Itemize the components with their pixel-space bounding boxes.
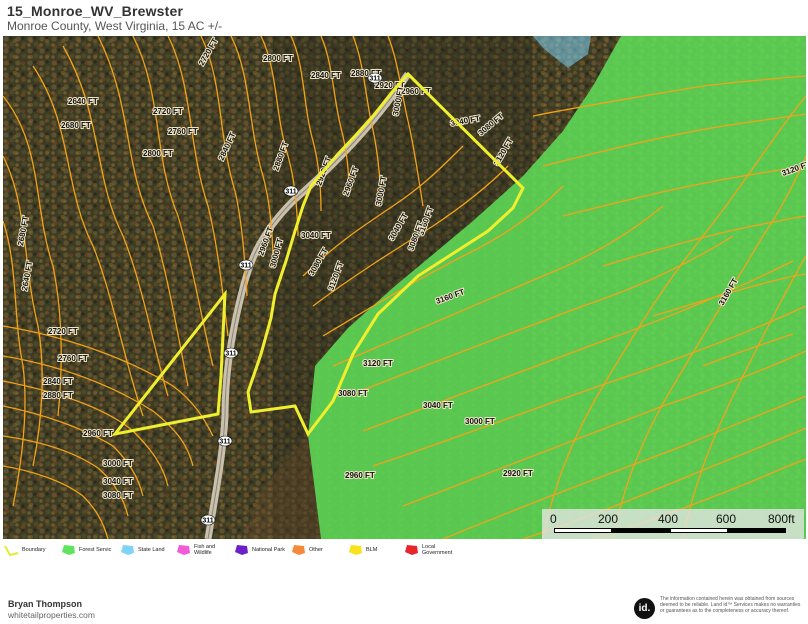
legend-label: Local Government	[422, 544, 453, 556]
legend-label: Boundary	[22, 547, 46, 553]
contour-label: 2800 FT	[143, 149, 173, 158]
contour-label: 2960 FT	[345, 471, 375, 480]
contour-label: 3120 FT	[363, 359, 393, 368]
scale-bar: 0 200 400 600 800ft	[542, 509, 804, 539]
disclaimer-text: The information contained herein was obt…	[660, 596, 801, 614]
forest-service-swatch-icon	[62, 545, 75, 555]
legend-label: Fish and Wildlife	[194, 544, 216, 556]
scale-tick-label: 0	[550, 512, 557, 526]
contour-label: 3040 FT	[301, 231, 331, 240]
contour-label: 2720 FT	[153, 107, 183, 116]
road-shield-311: 311	[202, 518, 213, 525]
contour-label: 3040 FT	[423, 401, 453, 410]
legend-item-boundary[interactable]: Boundary	[4, 544, 46, 556]
contour-label: 2880 FT	[43, 391, 73, 400]
national-park-swatch-icon	[235, 545, 248, 555]
road-shield-311: 311	[285, 189, 296, 196]
state-land-swatch-icon	[121, 545, 134, 555]
contour-label: 3040 FT	[103, 477, 133, 486]
contour-label: 2760 FT	[58, 354, 88, 363]
contour-label: 3000 FT	[103, 459, 133, 468]
map-title: 15_Monroe_WV_Brewster	[7, 3, 184, 19]
legend-item-blm[interactable]: BLM	[348, 544, 377, 556]
legend-label: BLM	[366, 547, 378, 553]
map-canvas[interactable]: 2720 FT 2800 FT 2840 FT 2880 FT 2920 FT …	[3, 36, 806, 539]
contour-label: 2800 FT	[263, 54, 293, 63]
contour-label: 2840 FT	[311, 71, 341, 80]
contour-label: 3080 FT	[338, 389, 368, 398]
contour-label: 2720 FT	[48, 327, 78, 336]
blm-swatch-icon	[349, 545, 362, 555]
scale-tick-label: 600	[716, 512, 737, 526]
scale-segment	[612, 528, 670, 533]
contour-label: 3000 FT	[465, 417, 495, 426]
scale-segment	[728, 528, 786, 533]
contour-label: 2960 FT	[83, 429, 113, 438]
legend-item-national-park[interactable]: National Park	[234, 544, 285, 556]
scale-segment	[554, 528, 612, 533]
map-subtitle: Monroe County, West Virginia, 15 AC +/-	[7, 19, 223, 33]
author-name: Bryan Thompson	[8, 599, 83, 609]
local-government-swatch-icon	[405, 545, 418, 555]
contour-label: 2920 FT	[503, 469, 533, 478]
website-link[interactable]: whitetailproperties.com	[8, 610, 95, 620]
legend-item-state-land[interactable]: State Land	[120, 544, 165, 556]
contour-label: 2640 FT	[68, 97, 98, 106]
scale-tick-label: 400	[658, 512, 679, 526]
road-shield-311: 311	[225, 351, 236, 358]
scale-segment	[670, 528, 728, 533]
road-shield-311: 311	[240, 263, 251, 270]
contour-label: 2760 FT	[168, 127, 198, 136]
legend-item-local-government[interactable]: Local Government	[404, 544, 452, 556]
fish-wildlife-swatch-icon	[177, 545, 190, 555]
other-swatch-icon	[292, 545, 305, 555]
road-shield-311: 311	[369, 76, 380, 83]
contour-label: 3080 FT	[103, 491, 133, 500]
legend-label: Other	[309, 547, 323, 553]
scale-tick-label: 800ft	[768, 512, 795, 526]
legend-label: State Land	[138, 547, 165, 553]
scale-tick-label: 200	[598, 512, 619, 526]
legend-label: Forest Servic	[79, 547, 112, 553]
contour-label: 2680 FT	[61, 121, 91, 130]
map-legend: Boundary Forest Servic State Land Fish a…	[4, 544, 474, 564]
legend-item-fish-wildlife[interactable]: Fish and Wildlife	[176, 544, 215, 556]
contour-label: 2840 FT	[43, 377, 73, 386]
land-id-logo: id.	[634, 598, 655, 619]
legend-item-other[interactable]: Other	[291, 544, 323, 556]
legend-label: National Park	[252, 547, 286, 553]
road-shield-311: 311	[219, 439, 230, 446]
legend-item-forest-service[interactable]: Forest Servic	[61, 544, 111, 556]
boundary-icon	[4, 545, 19, 556]
